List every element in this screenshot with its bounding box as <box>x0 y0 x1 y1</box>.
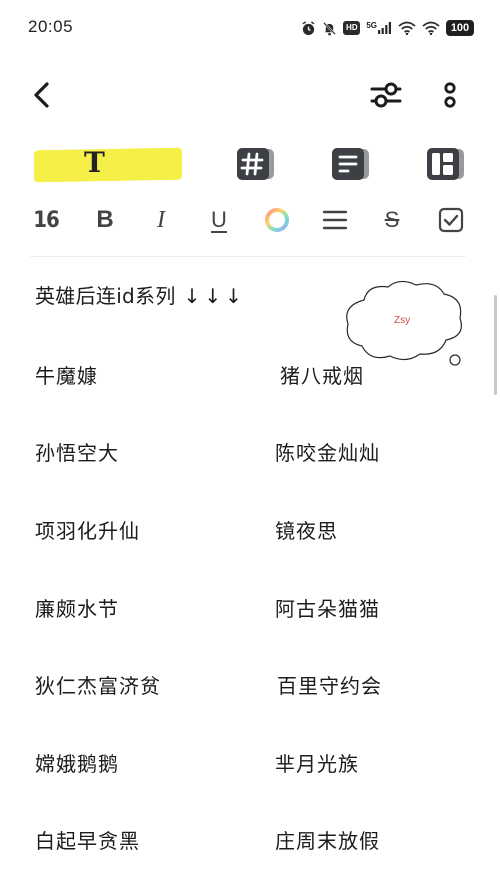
align-lines-icon <box>322 210 348 230</box>
network-type-label: 5G <box>366 21 377 30</box>
list-item: 廉颇水节 <box>35 597 119 621</box>
sticker-text: Zsy <box>394 315 411 326</box>
status-bar: 20:05 HD 5G 100 <box>0 0 500 56</box>
list-item: 镜夜思 <box>275 519 338 543</box>
list-item: 狄仁杰富济贫 <box>35 674 161 698</box>
mute-icon <box>323 21 337 35</box>
tag-style-button[interactable] <box>235 145 277 183</box>
text-lines-block-icon <box>332 148 369 180</box>
note-heading[interactable]: 英雄后连id系列 ↓↓↓ <box>35 280 246 309</box>
hashtag-block-icon <box>237 148 274 180</box>
font-size-button[interactable]: 16 <box>30 204 62 236</box>
text-style-button[interactable]: T <box>34 145 182 183</box>
cellular-signal-icon: 5G <box>366 22 392 34</box>
note-heading-arrows: ↓↓↓ <box>183 284 246 308</box>
list-item: 芈月光族 <box>275 752 359 776</box>
strikethrough-button[interactable]: S <box>378 204 406 236</box>
wifi-secondary-icon <box>422 21 440 35</box>
align-button[interactable] <box>320 204 350 236</box>
more-options-button[interactable] <box>436 78 464 112</box>
checklist-button[interactable] <box>436 204 466 236</box>
bold-button[interactable]: B <box>92 204 118 236</box>
italic-button[interactable]: I <box>150 204 172 236</box>
list-item: 陈咬金灿灿 <box>275 441 380 465</box>
text-color-button[interactable] <box>262 204 292 236</box>
checkbox-icon <box>438 207 464 233</box>
toolbar-divider <box>30 256 466 257</box>
status-icons: HD 5G 100 <box>301 17 474 39</box>
underline-button[interactable]: U <box>206 204 232 236</box>
list-item: 百里守约会 <box>277 674 382 698</box>
columns-block-icon <box>427 148 464 180</box>
wifi-icon <box>398 21 416 35</box>
format-bar: 16 B I U S <box>0 200 500 240</box>
list-item: 项羽化升仙 <box>35 519 140 543</box>
list-item: 白起早贪黑 <box>35 829 140 853</box>
adjust-settings-button[interactable] <box>366 76 406 114</box>
hd-icon: HD <box>343 21 361 35</box>
grid-style-button[interactable] <box>425 145 467 183</box>
battery-icon: 100 <box>446 20 474 36</box>
list-item: 猪八戒烟 <box>280 364 364 388</box>
list-item: 阿古朵猫猫 <box>275 597 380 621</box>
text-style-highlight <box>34 147 182 183</box>
chevron-left-icon <box>34 82 49 108</box>
list-item: 牛魔嫝 <box>35 364 98 388</box>
note-heading-text: 英雄后连id系列 <box>35 284 176 308</box>
sliders-icon <box>370 82 402 108</box>
back-button[interactable] <box>28 78 58 112</box>
more-vertical-icon <box>444 82 456 108</box>
color-ring-icon <box>265 208 289 232</box>
list-style-button[interactable] <box>330 145 372 183</box>
text-style-glyph: T <box>84 146 105 179</box>
status-time: 20:05 <box>28 17 74 36</box>
scrollbar[interactable] <box>494 295 497 395</box>
list-item: 孙悟空大 <box>35 441 119 465</box>
list-item: 嫦娥鹅鹅 <box>35 752 119 776</box>
alarm-icon <box>302 20 315 35</box>
list-item: 庄周末放假 <box>275 829 380 853</box>
